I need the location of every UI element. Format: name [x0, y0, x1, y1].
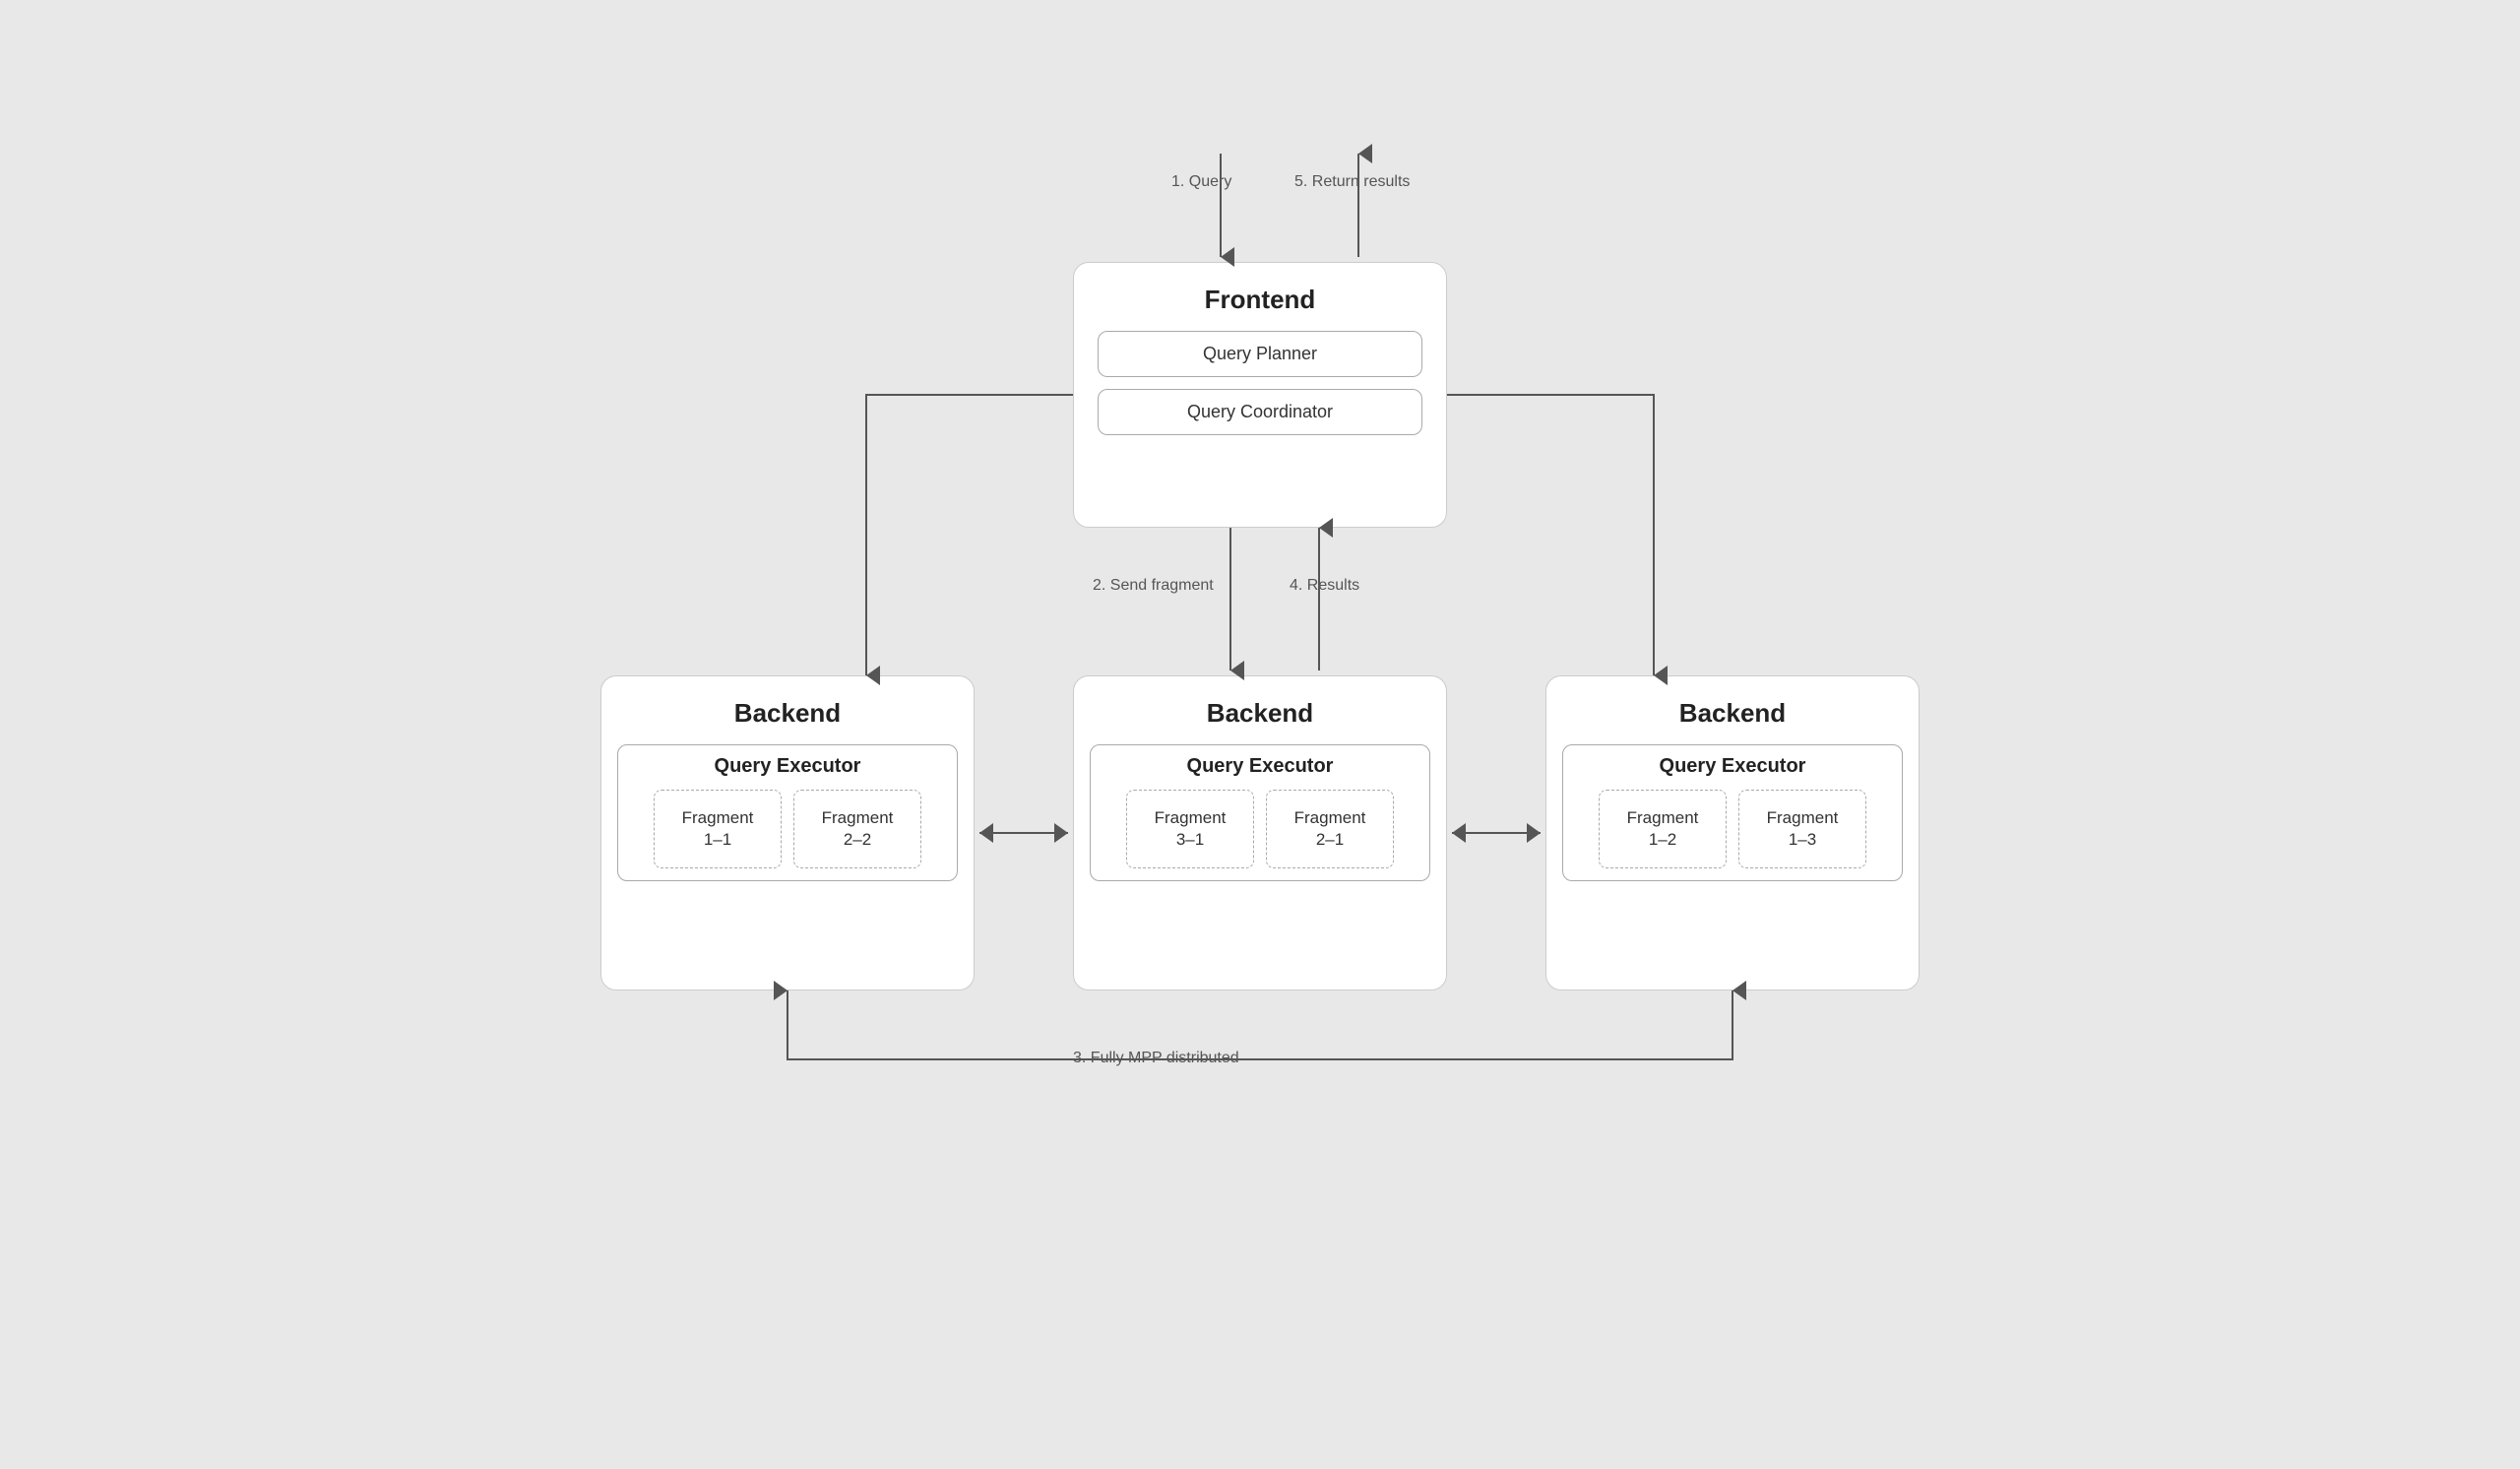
executor-center: Query Executor Fragment3–1 Fragment2–1: [1090, 744, 1430, 881]
executor-right: Query Executor Fragment1–2 Fragment1–3: [1562, 744, 1903, 881]
backend-left-title: Backend: [601, 698, 974, 729]
step3-label: 3. Fully MPP distributed: [1073, 1050, 1239, 1067]
backend-center-box: Backend Query Executor Fragment3–1 Fragm…: [1073, 675, 1447, 990]
fragment-2-2: Fragment2–2: [793, 790, 921, 868]
step3-arrow: [788, 990, 1732, 1059]
fragment-1-1: Fragment1–1: [654, 790, 782, 868]
fragment-3-1: Fragment3–1: [1126, 790, 1254, 868]
step1-label: 1. Query: [1171, 173, 1231, 191]
step2-label: 2. Send fragment: [1093, 577, 1214, 595]
architecture-diagram: 1. Query 5. Return results 2. Send fragm…: [571, 144, 1949, 1325]
backend-right-box: Backend Query Executor Fragment1–2 Fragm…: [1545, 675, 1920, 990]
executor-right-title: Query Executor: [1573, 755, 1892, 778]
executor-left: Query Executor Fragment1–1 Fragment2–2: [617, 744, 958, 881]
fragments-right-row: Fragment1–2 Fragment1–3: [1573, 790, 1892, 868]
query-coordinator-label: Query Coordinator: [1187, 402, 1333, 421]
frontend-to-backend-right-arrow: [1447, 395, 1654, 675]
executor-center-title: Query Executor: [1101, 755, 1419, 778]
backend-left-box: Backend Query Executor Fragment1–1 Fragm…: [600, 675, 975, 990]
frontend-to-backend-left-arrow: [866, 395, 1073, 675]
fragment-2-1: Fragment2–1: [1266, 790, 1394, 868]
backend-right-title: Backend: [1546, 698, 1919, 729]
fragment-1-2: Fragment1–2: [1599, 790, 1727, 868]
fragment-1-3: Fragment1–3: [1738, 790, 1866, 868]
executor-left-title: Query Executor: [628, 755, 947, 778]
query-planner-box: Query Planner: [1098, 331, 1422, 377]
step5-label: 5. Return results: [1294, 173, 1410, 191]
backend-center-title: Backend: [1074, 698, 1446, 729]
frontend-box: Frontend Query Planner Query Coordinator: [1073, 262, 1447, 528]
query-planner-label: Query Planner: [1203, 344, 1317, 363]
fragments-left-row: Fragment1–1 Fragment2–2: [628, 790, 947, 868]
fragments-center-row: Fragment3–1 Fragment2–1: [1101, 790, 1419, 868]
query-coordinator-box: Query Coordinator: [1098, 389, 1422, 435]
frontend-title: Frontend: [1074, 285, 1446, 315]
step4-label: 4. Results: [1290, 577, 1359, 595]
